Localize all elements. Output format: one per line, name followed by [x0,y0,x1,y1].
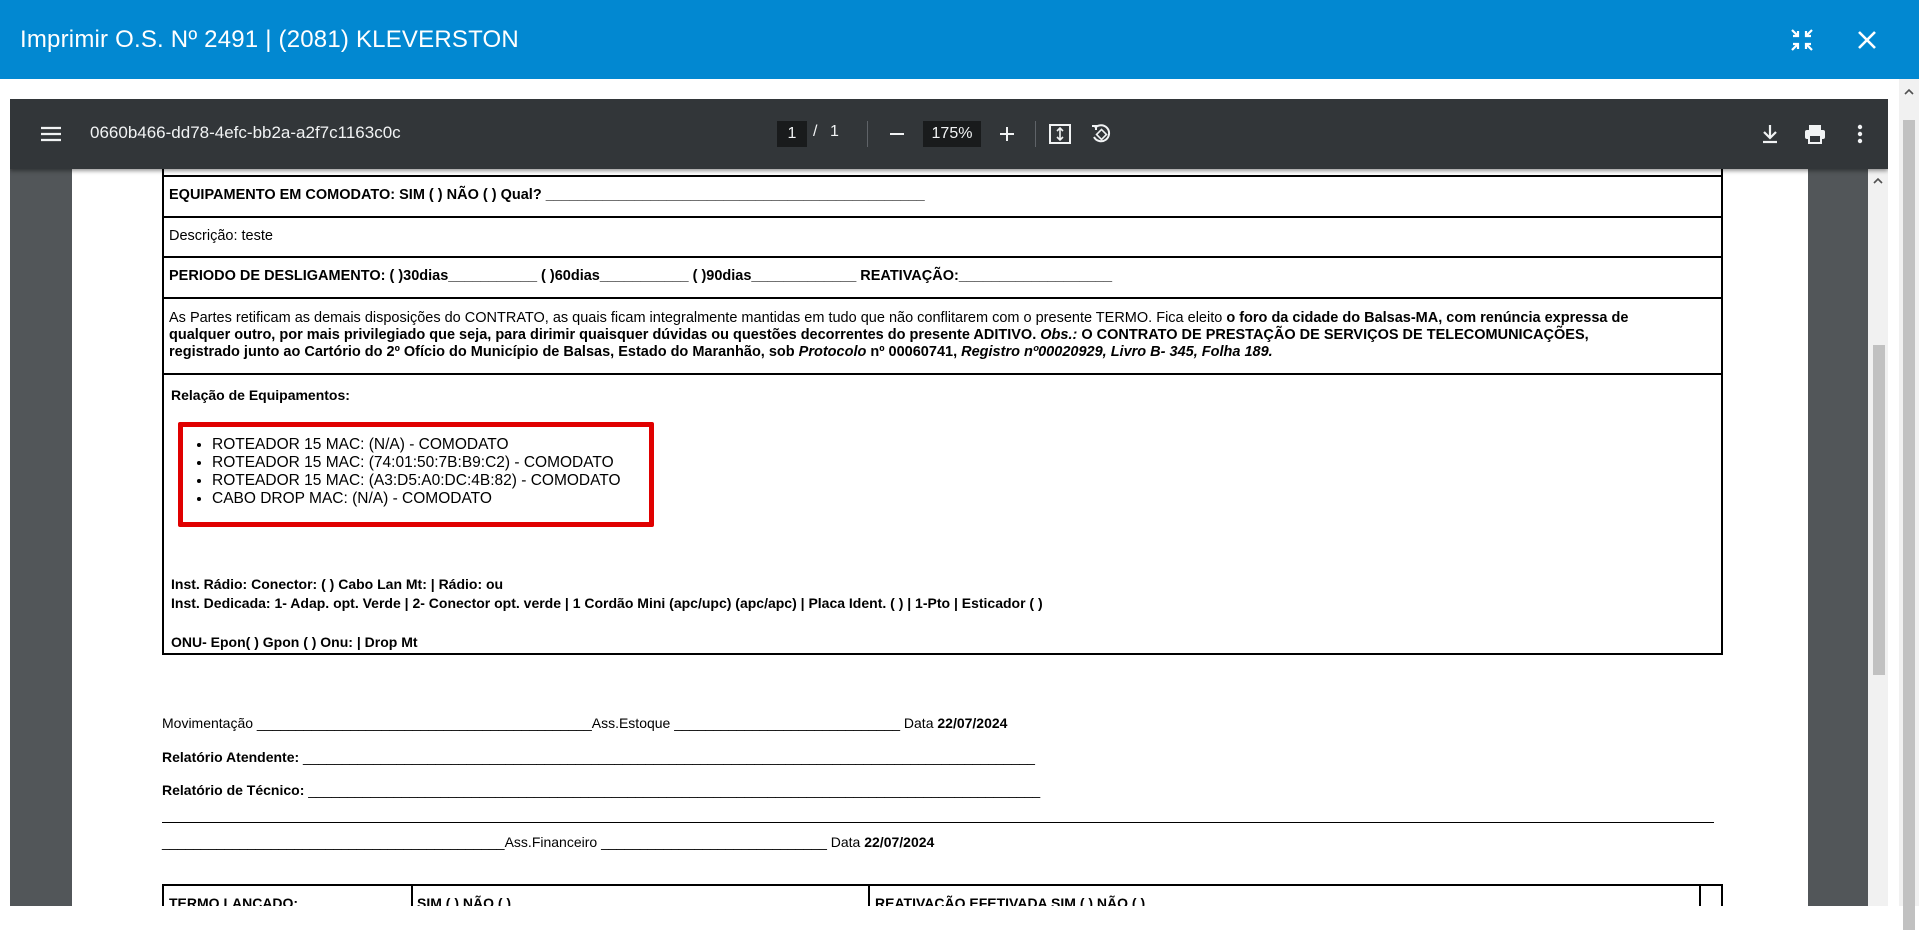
table-border [868,884,870,906]
table-border [162,884,164,906]
movimentacao-date: 22/07/2024 [937,715,1008,731]
partes-italic-text: Protocolo [798,344,867,360]
print-icon[interactable] [1802,121,1828,147]
movimentacao-row: Movimentação ___________________________… [162,715,1007,731]
separator-line [162,822,1714,823]
more-vertical-icon[interactable] [1847,121,1873,147]
partes-line-3: registrado junto ao Cartório do 2º Ofíci… [169,344,1273,360]
partes-line-2: qualquer outro, por mais privilegiado qu… [169,327,1589,343]
relatorio-atendente-line: ________________________________________… [299,749,1035,765]
close-icon[interactable] [1849,22,1885,58]
list-item: ROTEADOR 15 MAC: (A3:D5:A0:DC:4B:82) - C… [212,472,621,490]
relatorio-tecnico-row: Relatório de Técnico: __________________… [162,782,1040,798]
partes-line-1: As Partes retificam as demais disposiçõe… [169,310,1628,326]
sim-nao: SIM ( ) NÃO ( ) [417,895,512,906]
rotate-icon[interactable] [1088,121,1114,147]
partes-italic-text: Obs.: [1040,327,1078,343]
movimentacao-text: Movimentação ___________________________… [162,715,938,731]
toolbar-divider [1035,121,1036,147]
financeiro-text: ________________________________________… [162,834,865,850]
pdf-page: EQUIPAMENTO EM COMODATO: SIM ( ) NÃO ( )… [72,169,1808,906]
table-border [162,373,1723,375]
table-border [162,216,1723,218]
page-separator: / [813,123,818,140]
relatorio-tecnico-label: Relatório de Técnico: [162,782,305,798]
table-border [1721,169,1723,655]
zoom-input[interactable]: 175% [923,121,981,147]
inst-radio: Inst. Rádio: Conector: ( ) Cabo Lan Mt: … [171,576,504,592]
download-icon[interactable] [1757,121,1783,147]
pdf-scrollbar-thumb[interactable] [1873,345,1885,675]
modal-title: Imprimir O.S. Nº 2491 | (2081) KLEVERSTO… [20,26,519,53]
list-item: CABO DROP MAC: (N/A) - COMODATO [212,490,621,508]
inst-dedicada: Inst. Dedicada: 1- Adap. opt. Verde | 2-… [171,595,1043,611]
descricao-row: Descrição: teste [169,228,273,244]
table-border [1721,884,1723,906]
partes-text: registrado junto ao Cartório do 2º Ofíci… [169,344,799,360]
onu-row: ONU- Epon( ) Gpon ( ) Onu: | Drop Mt [171,634,418,650]
partes-italic-text: Registro nº00020929, Livro B- 345, Folha… [961,344,1273,360]
scroll-up-arrow-icon[interactable] [1903,84,1915,102]
minus-icon[interactable] [884,121,910,147]
modal-header: Imprimir O.S. Nº 2491 | (2081) KLEVERSTO… [0,0,1919,79]
financeiro-row: ________________________________________… [162,834,934,850]
pdf-viewer: 0660b466-dd78-4efc-bb2a-a2f7c1163c0c 1 /… [10,99,1888,906]
document-name: 0660b466-dd78-4efc-bb2a-a2f7c1163c0c [90,123,401,142]
table-border [162,256,1723,258]
table-border [162,169,164,655]
table-border [411,884,413,906]
toolbar-divider [867,121,868,147]
page-total: 1 [830,123,839,140]
plus-icon[interactable] [994,121,1020,147]
periodo-row: PERIODO DE DESLIGAMENTO: ( )30dias______… [169,268,1113,284]
relacao-title: Relação de Equipamentos: [171,387,350,403]
partes-bold-text: o foro da cidade do Balsas-MA, com renún… [1226,310,1629,326]
fit-to-page-icon[interactable] [1047,121,1073,147]
list-item: ROTEADOR 15 MAC: (74:01:50:7B:B9:C2) - C… [212,454,621,472]
table-border [162,297,1723,299]
comodato-row: EQUIPAMENTO EM COMODATO: SIM ( ) NÃO ( )… [169,187,925,203]
table-border [162,175,1723,177]
collapse-arrows-icon[interactable] [1784,22,1820,58]
pdf-scroll-up-icon[interactable] [1872,173,1884,191]
partes-text: O CONTRATO DE PRESTAÇÃO DE SERVIÇOS DE T… [1077,327,1589,343]
list-item: ROTEADOR 15 MAC: (N/A) - COMODATO [212,436,621,454]
partes-text: As Partes retificam as demais disposiçõe… [169,310,1227,326]
relatorio-atendente-label: Relatório Atendente: [162,749,300,765]
relatorio-tecnico-line: ________________________________________… [304,782,1041,798]
partes-text: nº 00060741, [866,344,962,360]
reativacao-efetivada: REATIVAÇÃO EFETIVADA SIM ( ) NÃO ( ) [875,895,1146,906]
pdf-toolbar: 0660b466-dd78-4efc-bb2a-a2f7c1163c0c 1 /… [10,99,1888,169]
equipment-list: ROTEADOR 15 MAC: (N/A) - COMODATO ROTEAD… [212,436,621,508]
table-border [162,884,1723,886]
termo-lancado: TERMO LANÇADO: [169,895,299,906]
financeiro-date: 22/07/2024 [864,834,935,850]
table-border [162,653,1723,655]
partes-text: qualquer outro, por mais privilegiado qu… [169,327,1041,343]
relatorio-atendente-row: Relatório Atendente: ___________________… [162,749,1035,765]
page-number-input[interactable]: 1 [777,121,807,147]
outer-scrollbar-thumb[interactable] [1903,120,1915,930]
hamburger-menu-icon[interactable] [38,121,64,147]
table-border [1699,884,1701,906]
